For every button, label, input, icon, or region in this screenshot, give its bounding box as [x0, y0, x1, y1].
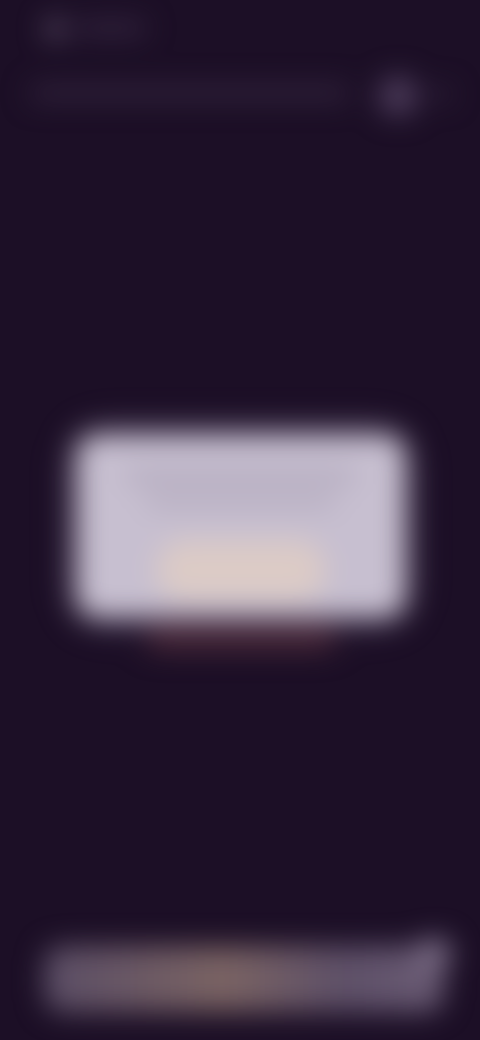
more-icon[interactable]: [430, 88, 452, 100]
dialog-text-line: [146, 496, 336, 508]
menu-icon[interactable]: [378, 76, 418, 116]
bottom-bar-highlight: [416, 938, 452, 968]
dialog-button[interactable]: [156, 540, 326, 600]
status-dot-icon: [46, 20, 64, 38]
top-bar-title-placeholder: [30, 86, 350, 100]
dialog-text-line: [126, 470, 356, 482]
dialog-underglow: [146, 626, 336, 650]
status-bar: [24, 12, 456, 42]
status-text-placeholder: [76, 22, 146, 34]
top-bar: [26, 74, 454, 116]
bottom-bar[interactable]: [44, 938, 452, 1012]
blurred-layer: [0, 0, 480, 1040]
screen: [0, 0, 480, 1040]
dialog-card[interactable]: [76, 434, 406, 618]
